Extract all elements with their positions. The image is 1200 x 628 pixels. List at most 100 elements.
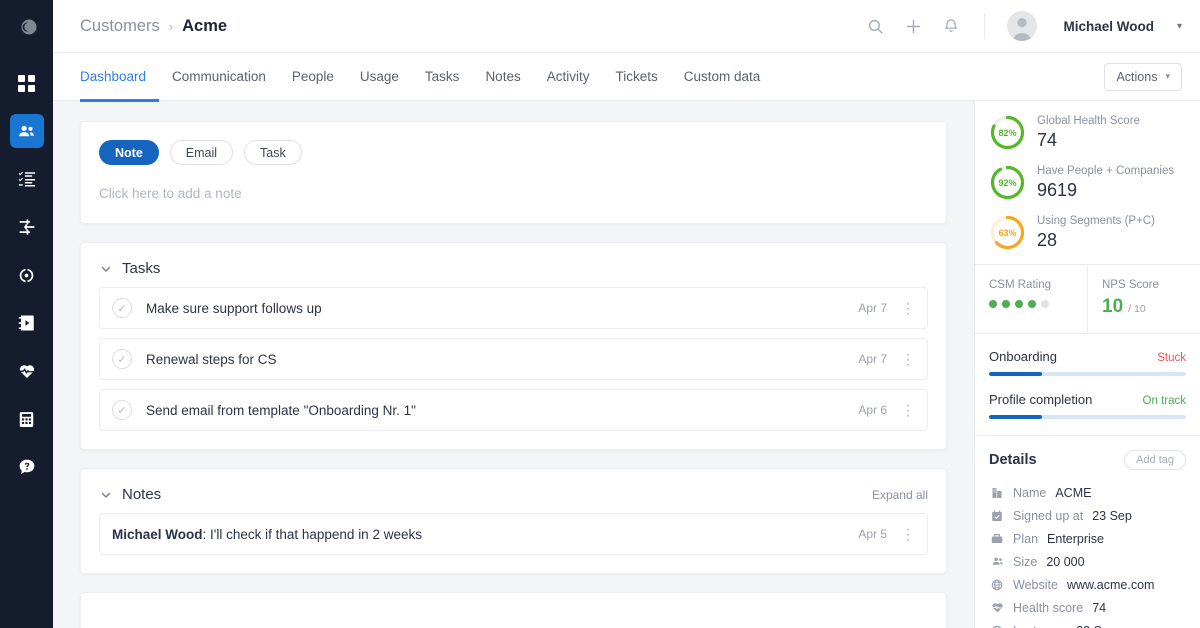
task-title: Send email from template "Onboarding Nr.… (146, 402, 416, 418)
notes-list: Michael Wood: I'll check if that happend… (81, 507, 946, 573)
task-title: Make sure support follows up (146, 300, 322, 316)
detail-row-name: Name ACME (989, 481, 1186, 504)
sidebar-item-help[interactable] (10, 450, 44, 484)
customer-detail-panel: 82% Global Health Score 74 92% Have Peop… (974, 101, 1200, 628)
sidebar-item-health[interactable] (10, 354, 44, 388)
detail-value[interactable]: www.acme.com (1067, 578, 1155, 592)
next-card-partial (80, 592, 947, 628)
metric-value: 9619 (1037, 179, 1078, 200)
tab-dashboard[interactable]: Dashboard (80, 54, 160, 102)
tab-communication[interactable]: Communication (159, 54, 279, 102)
grid-icon (18, 74, 35, 92)
search-icon (868, 19, 883, 34)
chip-task[interactable]: Task (244, 140, 302, 165)
sidebar-item-segments[interactable] (10, 210, 44, 244)
nps-score: NPS Score 10 / 10 (1087, 265, 1200, 333)
details-header: Details Add tag (989, 450, 1186, 470)
nps-score-label: NPS Score (1102, 279, 1159, 291)
kebab-menu-icon[interactable]: ⋮ (901, 301, 915, 315)
detail-value: 23 Sep (1092, 508, 1132, 523)
tab-usage[interactable]: Usage (347, 54, 412, 102)
breadcrumb-current: Acme (182, 16, 228, 35)
detail-key: Name (1013, 485, 1047, 500)
check-circle-icon[interactable]: ✓ (112, 349, 132, 369)
check-circle-icon[interactable]: ✓ (112, 400, 132, 420)
bell-icon (945, 19, 958, 32)
rail-items (9, 66, 44, 497)
detail-value: 74 (1092, 600, 1107, 615)
chevron-down-icon[interactable] (99, 262, 113, 276)
app-shell: Customers › Acme Michael Wood ▾ Dashboar… (53, 0, 1200, 628)
donut-chart: 63% (989, 214, 1026, 251)
breadcrumb: Customers › Acme (80, 17, 227, 36)
details-title: Details (989, 452, 1037, 468)
progress-block: Onboarding Stuck Profile completion On t… (975, 334, 1200, 436)
tasks-title: Tasks (122, 260, 161, 277)
tab-custom-data[interactable]: Custom data (671, 54, 774, 102)
tab-tasks[interactable]: Tasks (412, 54, 473, 102)
add-tag-button[interactable]: Add tag (1124, 450, 1186, 470)
kebab-menu-icon[interactable]: ⋮ (901, 352, 915, 366)
sidebar-item-dashboard[interactable] (10, 66, 44, 100)
checklist-icon (18, 171, 35, 187)
avatar[interactable] (1007, 11, 1038, 41)
details-block: Details Add tag Name ACME Signed up at 2… (975, 436, 1200, 628)
list-item[interactable]: Michael Wood: I'll check if that happend… (99, 513, 928, 555)
kebab-menu-icon[interactable]: ⋮ (901, 403, 915, 417)
progress-track (989, 372, 1186, 376)
detail-row-plan: Plan Enterprise (989, 527, 1186, 550)
metric-have-people-companies: 92% Have People + Companies 9619 (989, 164, 1186, 201)
expand-all-link[interactable]: Expand all (872, 488, 928, 502)
actions-button[interactable]: Actions ▾ (1104, 62, 1182, 91)
detail-row-website: Website www.acme.com (989, 573, 1186, 596)
tab-bar: Dashboard Communication People Usage Tas… (53, 53, 1200, 102)
donut-percent-label: 82% (998, 127, 1017, 138)
note-body: : I'll check if that happend in 2 weeks (202, 526, 422, 542)
check-circle-icon[interactable]: ✓ (112, 298, 132, 318)
tab-activity[interactable]: Activity (534, 54, 603, 102)
plus-icon (906, 19, 921, 33)
tab-notes[interactable]: Notes (472, 54, 533, 102)
metric-label: Using Segments (P+C) (1037, 215, 1155, 228)
composer-type-chips: Note Email Task (99, 140, 928, 165)
calculator-icon (19, 411, 34, 427)
kebab-menu-icon[interactable]: ⋮ (901, 527, 915, 541)
metric-global-health-score: 82% Global Health Score 74 (989, 114, 1186, 151)
header-divider (984, 13, 986, 39)
app-logo[interactable] (0, 0, 53, 53)
sidebar-item-reports[interactable] (10, 402, 44, 436)
table-row[interactable]: ✓ Send email from template "Onboarding N… (99, 389, 928, 431)
search-button[interactable] (864, 15, 886, 37)
detail-value: ACME (1055, 485, 1092, 500)
chevron-down-icon[interactable]: ▾ (1177, 21, 1182, 32)
composer-card: Note Email Task Click here to add a note (80, 121, 947, 224)
sidebar-item-playbooks[interactable] (10, 306, 44, 340)
tab-tickets[interactable]: Tickets (602, 54, 670, 102)
globe-icon (989, 625, 1005, 628)
tab-people[interactable]: People (279, 54, 347, 102)
progress-track (989, 415, 1186, 419)
metric-value: 28 (1037, 229, 1058, 250)
chevron-down-icon[interactable] (99, 488, 113, 502)
chip-note[interactable]: Note (99, 140, 159, 165)
rating-dot (1002, 300, 1010, 308)
user-name-label[interactable]: Michael Wood (1063, 19, 1154, 34)
table-row[interactable]: ✓ Renewal steps for CS Apr 7 ⋮ (99, 338, 928, 380)
notifications-button[interactable] (940, 15, 962, 37)
sidebar-item-lifecycle[interactable] (10, 258, 44, 292)
tasks-header: Tasks (81, 243, 946, 281)
table-row[interactable]: ✓ Make sure support follows up Apr 7 ⋮ (99, 287, 928, 329)
nps-out-of: / 10 (1128, 303, 1146, 315)
breadcrumb-root[interactable]: Customers (80, 17, 160, 36)
metric-label: Have People + Companies (1037, 165, 1175, 178)
detail-key: Plan (1013, 531, 1039, 546)
add-button[interactable] (902, 15, 924, 37)
sidebar-item-customers[interactable] (9, 114, 44, 148)
task-title: Renewal steps for CS (146, 351, 277, 367)
chip-email[interactable]: Email (169, 140, 234, 165)
metric-using-segments: 63% Using Segments (P+C) 28 (989, 214, 1186, 251)
note-input[interactable]: Click here to add a note (99, 186, 928, 201)
sidebar-item-tasks[interactable] (10, 162, 44, 196)
note-date: Apr 5 (858, 527, 887, 541)
donut-percent-label: 63% (998, 227, 1017, 238)
